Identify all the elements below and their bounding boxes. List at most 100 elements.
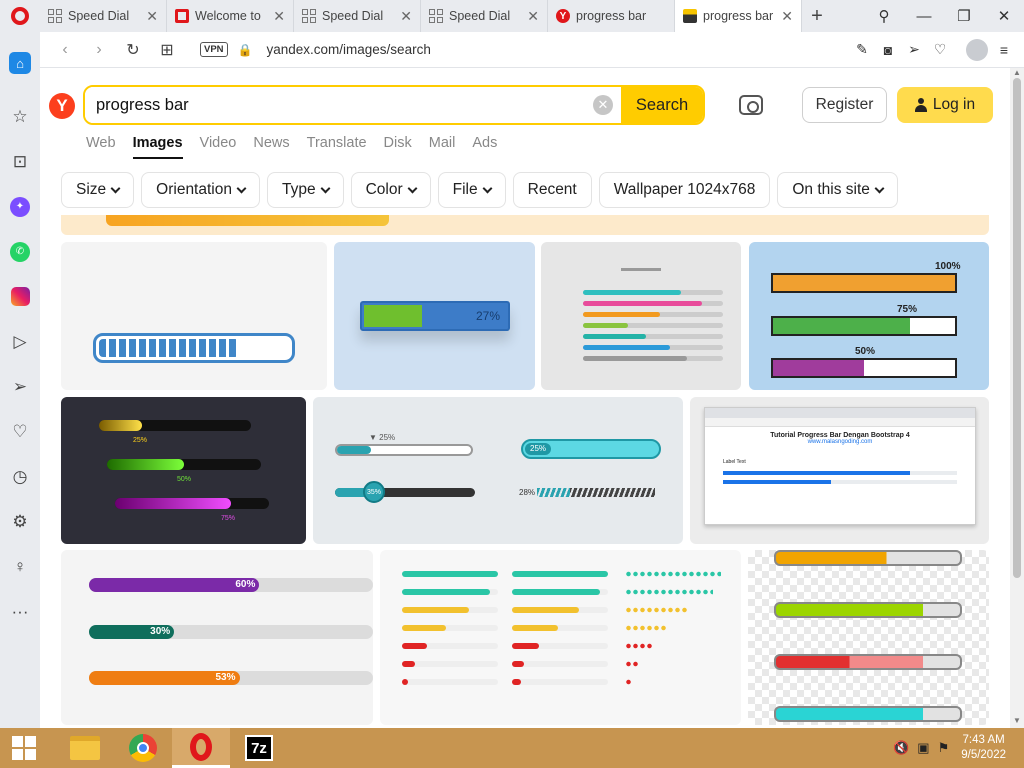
vpn-badge[interactable]: VPN [200, 42, 228, 57]
sidebar-bookmarks[interactable]: ☆ [0, 94, 40, 139]
image-result[interactable] [61, 242, 327, 390]
tab[interactable]: Y progress bar [548, 0, 675, 32]
edit-icon[interactable]: ✎ [852, 41, 872, 58]
service-mail[interactable]: Mail [429, 135, 456, 159]
easy-setup-icon[interactable]: ≡ [994, 42, 1014, 58]
tab-active[interactable]: progress bar ✕ [675, 0, 802, 32]
search-button[interactable]: Search [621, 87, 703, 123]
filter-recent[interactable]: Recent [512, 172, 592, 208]
tab[interactable]: Speed Dial ✕ [40, 0, 167, 32]
service-ads[interactable]: Ads [472, 135, 497, 159]
close-tab-icon[interactable]: ✕ [527, 8, 539, 25]
taskbar-opera[interactable] [172, 728, 230, 768]
sidebar-home[interactable]: ⌂ [0, 32, 40, 94]
close-tab-icon[interactable]: ✕ [146, 8, 158, 25]
filter-on-this-site[interactable]: On this site [777, 172, 898, 208]
chevron-down-icon [320, 183, 331, 193]
new-tab-button[interactable]: + [802, 0, 832, 32]
yandex-logo[interactable]: Y [49, 93, 75, 119]
sidebar-history[interactable]: ◷ [0, 454, 40, 499]
close-tab-icon[interactable]: ✕ [273, 8, 285, 25]
tab[interactable]: Speed Dial ✕ [294, 0, 421, 32]
login-button[interactable]: Log in [897, 87, 993, 123]
notification-icon[interactable]: ⚑ [938, 740, 950, 756]
sidebar-player[interactable]: ▷ [0, 319, 40, 364]
scroll-down-icon[interactable]: ▼ [1013, 716, 1021, 725]
7zip-icon: 7z [245, 735, 273, 761]
tab[interactable]: Speed Dial ✕ [421, 0, 548, 32]
opera-menu-button[interactable] [0, 0, 40, 32]
filter-color[interactable]: Color [350, 172, 431, 208]
url-field[interactable]: yandex.com/images/search [267, 42, 431, 57]
sidebar-flow[interactable]: ➢ [0, 364, 40, 409]
camera-icon[interactable]: ◙ [878, 42, 898, 58]
send-icon[interactable]: ➢ [904, 41, 924, 58]
close-window-icon[interactable]: ✕ [984, 7, 1024, 25]
service-video[interactable]: Video [200, 135, 237, 159]
sidebar-instagram[interactable] [0, 274, 40, 319]
home-icon: ⌂ [9, 52, 31, 74]
volume-muted-icon[interactable]: 🔇 [893, 740, 909, 756]
progress-bar-image: 30% [89, 625, 373, 639]
filter-type[interactable]: Type [266, 172, 344, 208]
heart-icon[interactable]: ♡ [930, 41, 950, 58]
taskbar-file-explorer[interactable] [56, 728, 114, 768]
service-news[interactable]: News [253, 135, 289, 159]
filter-file[interactable]: File [437, 172, 506, 208]
filter-size[interactable]: Size [61, 172, 135, 208]
chevron-down-icon [236, 183, 247, 193]
image-result[interactable]: 100% 75% 50% [749, 242, 989, 390]
taskbar-7zip[interactable]: 7z [230, 728, 288, 768]
sidebar-favorites[interactable]: ♡ [0, 409, 40, 454]
image-result[interactable] [380, 550, 741, 725]
search-tabs-icon[interactable]: ⚲ [864, 7, 904, 25]
service-images[interactable]: Images [132, 135, 183, 159]
sidebar-wallet[interactable]: ⊡ [0, 139, 40, 184]
start-button[interactable] [0, 728, 48, 768]
service-web[interactable]: Web [86, 135, 116, 159]
image-result[interactable]: 25% 50% 75% [61, 397, 306, 544]
tab-label: progress bar [703, 9, 774, 23]
image-result[interactable]: 27% [334, 242, 535, 390]
register-button[interactable]: Register [802, 87, 887, 123]
image-result[interactable]: 60% 30% 53% [61, 550, 373, 725]
yandex-images-page: Y ✕ Search Register Log in Web Images Vi… [40, 68, 1010, 728]
page-scrollbar[interactable]: ▲ ▼ [1010, 68, 1024, 728]
tab-overview-icon[interactable]: ⊞ [152, 40, 182, 60]
image-result[interactable] [541, 242, 741, 390]
scroll-up-icon[interactable]: ▲ [1013, 68, 1021, 77]
image-search-camera-icon[interactable] [739, 95, 763, 115]
close-tab-icon[interactable]: ✕ [781, 8, 793, 25]
image-result-partial[interactable] [61, 215, 989, 235]
sidebar-settings[interactable]: ⚙ [0, 499, 40, 544]
image-result[interactable]: Tutorial Progress Bar Dengan Bootstrap 4… [690, 397, 989, 544]
sidebar-tips[interactable]: ♀ [0, 544, 40, 589]
filter-bar: Size Orientation Type Color File Recent … [61, 172, 898, 208]
clear-icon[interactable]: ✕ [593, 95, 613, 115]
sidebar-more[interactable]: ··· [0, 589, 40, 634]
service-disk[interactable]: Disk [384, 135, 412, 159]
taskbar-chrome[interactable] [114, 728, 172, 768]
filter-orientation[interactable]: Orientation [141, 172, 260, 208]
close-tab-icon[interactable]: ✕ [400, 8, 412, 25]
clock[interactable]: 7:43 AM 9/5/2022 [961, 733, 1006, 763]
profile-avatar[interactable] [966, 38, 988, 61]
image-result[interactable]: ▼ 25% 25% 35% 28% [313, 397, 683, 544]
network-icon[interactable]: ▣ [917, 740, 929, 756]
lock-icon[interactable]: 🔒 [238, 43, 253, 57]
percent-label: 25% [133, 437, 148, 444]
back-icon[interactable]: ‹ [50, 41, 80, 59]
restore-icon[interactable]: ❐ [944, 7, 984, 25]
forward-icon[interactable]: › [84, 41, 114, 59]
sidebar-messenger[interactable]: ✦ [0, 184, 40, 229]
reload-icon[interactable]: ↻ [118, 40, 148, 60]
minimize-icon[interactable]: — [904, 8, 944, 25]
image-result[interactable] [748, 550, 989, 725]
service-translate[interactable]: Translate [307, 135, 367, 159]
tab[interactable]: Welcome to ✕ [167, 0, 294, 32]
filter-wallpaper[interactable]: Wallpaper 1024x768 [598, 172, 771, 208]
sidebar-whatsapp[interactable]: ✆ [0, 229, 40, 274]
scroll-thumb[interactable] [1013, 78, 1021, 578]
search-input[interactable] [85, 87, 593, 123]
opera-logo-icon [11, 7, 29, 25]
